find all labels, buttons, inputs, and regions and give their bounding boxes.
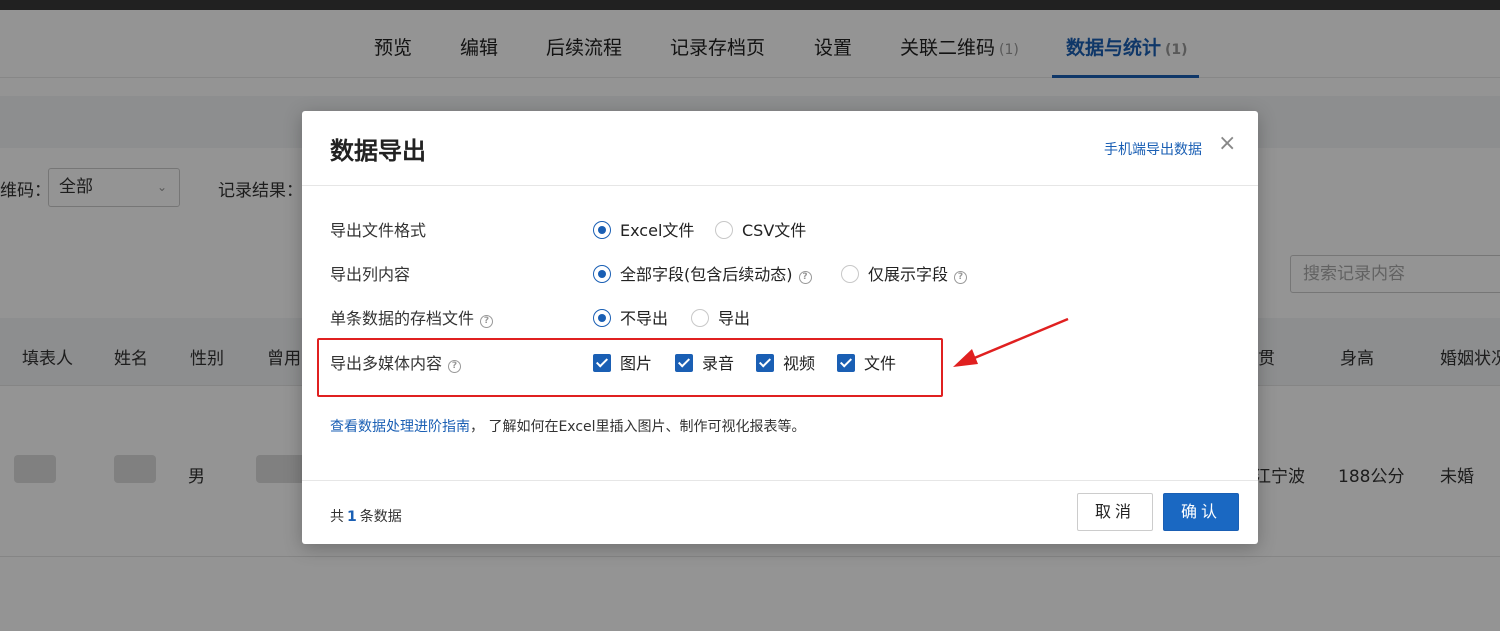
radio-excel[interactable]: Excel文件 xyxy=(593,217,694,241)
radio-csv[interactable]: CSV文件 xyxy=(715,217,806,241)
radio-unchecked-icon xyxy=(715,221,733,239)
help-icon[interactable]: ? xyxy=(954,271,968,284)
count-value: 1 xyxy=(347,509,357,525)
annotation-highlight-box xyxy=(317,338,943,397)
close-icon[interactable]: × xyxy=(1218,131,1236,156)
count-prefix: 共 xyxy=(330,509,344,525)
record-count: 共 1 条数据 xyxy=(330,506,402,526)
archive-label-text: 单条数据的存档文件 xyxy=(330,309,475,328)
option-label: 仅展示字段 xyxy=(868,265,949,284)
help-icon[interactable]: ? xyxy=(480,315,494,328)
radio-all-fields[interactable]: 全部字段(包含后续动态)? xyxy=(593,261,812,285)
radio-shown-fields[interactable]: 仅展示字段? xyxy=(841,261,968,285)
radio-export[interactable]: 导出 xyxy=(691,305,750,329)
export-dialog: 数据导出 手机端导出数据 × 导出文件格式 Excel文件 CSV文件 导出列内… xyxy=(302,111,1258,544)
dialog-header: 数据导出 手机端导出数据 × xyxy=(302,111,1258,186)
radio-no-export[interactable]: 不导出 xyxy=(593,305,668,329)
annotation-arrow-icon xyxy=(953,317,1069,367)
cancel-button[interactable]: 取消 xyxy=(1077,493,1153,531)
guide-hint: 查看数据处理进阶指南， 了解如何在Excel里插入图片、制作可视化报表等。 xyxy=(330,416,806,436)
option-label: 不导出 xyxy=(620,309,669,328)
radio-checked-icon xyxy=(593,309,611,327)
radio-checked-icon xyxy=(593,221,611,239)
option-label: Excel文件 xyxy=(620,221,695,240)
radio-unchecked-icon xyxy=(691,309,709,327)
columns-label: 导出列内容 xyxy=(330,265,411,284)
guide-link[interactable]: 查看数据处理进阶指南 xyxy=(330,419,470,435)
option-label: 导出 xyxy=(718,309,751,328)
help-icon[interactable]: ? xyxy=(798,271,812,284)
count-suffix: 条数据 xyxy=(359,509,402,525)
confirm-button[interactable]: 确认 xyxy=(1163,493,1239,531)
option-label: 全部字段(包含后续动态) xyxy=(620,265,793,284)
format-label: 导出文件格式 xyxy=(330,221,427,240)
radio-unchecked-icon xyxy=(841,265,859,283)
hint-text: ， 了解如何在Excel里插入图片、制作可视化报表等。 xyxy=(470,419,806,435)
dialog-footer: 共 1 条数据 取消 确认 xyxy=(302,480,1258,544)
dialog-title: 数据导出 xyxy=(330,137,426,165)
mobile-export-link[interactable]: 手机端导出数据 xyxy=(1104,139,1202,159)
option-label: CSV文件 xyxy=(742,221,807,240)
radio-checked-icon xyxy=(593,265,611,283)
archive-label: 单条数据的存档文件? xyxy=(330,305,494,329)
